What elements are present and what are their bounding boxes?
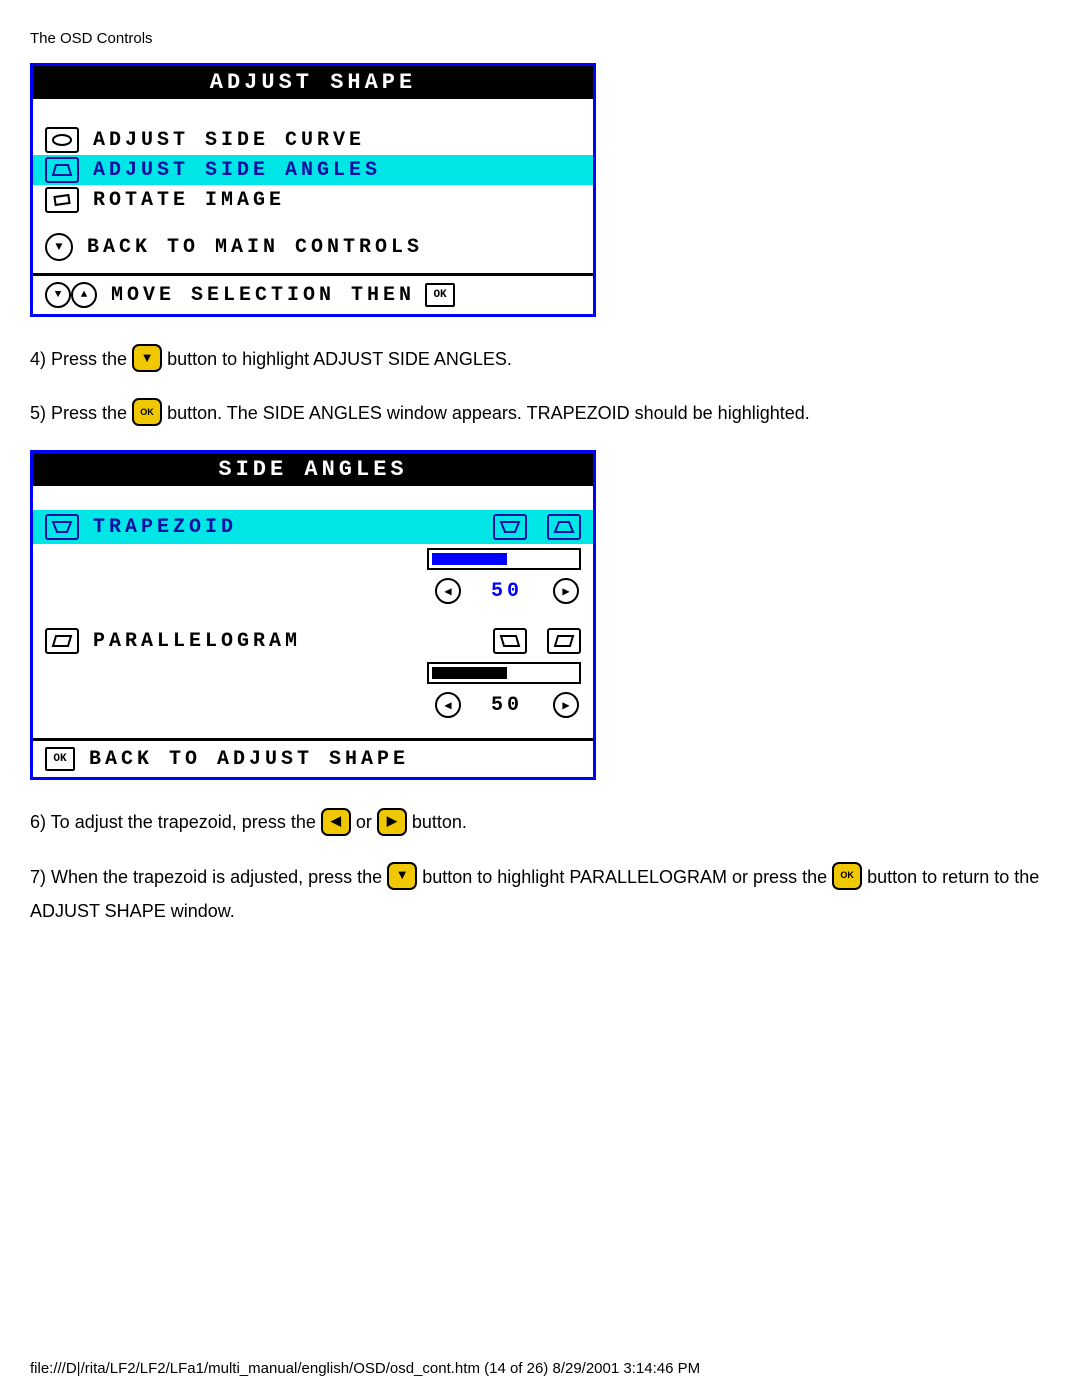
footer-text: BACK TO ADJUST SHAPE xyxy=(89,748,409,771)
trapezoid-value: 50 xyxy=(491,580,523,603)
ok-button-icon: OK xyxy=(132,398,162,426)
parallelogram-value-row: ◀ 50 ▶ xyxy=(33,688,593,732)
menu-item-adjust-side-angles[interactable]: ADJUST SIDE ANGLES xyxy=(33,155,593,185)
ok-icon: OK xyxy=(45,747,75,771)
osd-side-angles: SIDE ANGLES TRAPEZOID xyxy=(30,450,596,780)
osd1-title: ADJUST SHAPE xyxy=(33,66,593,99)
parallelogram-slider xyxy=(33,658,593,688)
menu-item-label: ADJUST SIDE CURVE xyxy=(93,129,365,152)
section-label: PARALLELOGRAM xyxy=(93,630,301,653)
increase-icon[interactable]: ▶ xyxy=(553,578,579,604)
instruction-step-5: 5) Press the OK button. The SIDE ANGLES … xyxy=(30,396,1050,430)
osd2-footer: OK BACK TO ADJUST SHAPE xyxy=(33,738,593,777)
decrease-icon[interactable]: ◀ xyxy=(435,692,461,718)
parallelogram-icon xyxy=(45,628,79,654)
section-trapezoid[interactable]: TRAPEZOID ◀ 50 ▶ xyxy=(33,510,593,618)
instruction-step-6: 6) To adjust the trapezoid, press the ◀ … xyxy=(30,805,1050,839)
slider-bar[interactable] xyxy=(427,662,581,684)
side-angles-icon xyxy=(45,157,79,183)
back-label: BACK TO MAIN CONTROLS xyxy=(87,236,423,259)
parallelogram-value: 50 xyxy=(491,694,523,717)
increase-icon[interactable]: ▶ xyxy=(553,692,579,718)
back-to-main[interactable]: ▼ BACK TO MAIN CONTROLS xyxy=(33,215,593,273)
menu-item-rotate-image[interactable]: ROTATE IMAGE xyxy=(33,185,593,215)
trapezoid-narrow-icon xyxy=(493,514,527,540)
parallelogram-right-icon xyxy=(547,628,581,654)
instruction-step-7: 7) When the trapezoid is adjusted, press… xyxy=(30,860,1050,928)
page-footer-path: file:///D|/rita/LF2/LF2/LFa1/multi_manua… xyxy=(30,1360,700,1377)
menu-item-label: ROTATE IMAGE xyxy=(93,189,285,212)
section-label: TRAPEZOID xyxy=(93,516,237,539)
down-button-icon: ▼ xyxy=(387,862,417,890)
trapezoid-wide-icon xyxy=(547,514,581,540)
right-button-icon: ▶ xyxy=(377,808,407,836)
osd1-footer: ▼▲ MOVE SELECTION THEN OK xyxy=(33,273,593,314)
osd2-title: SIDE ANGLES xyxy=(33,453,593,486)
left-button-icon: ◀ xyxy=(321,808,351,836)
side-curve-icon xyxy=(45,127,79,153)
down-circle-icon: ▼ xyxy=(45,233,73,261)
menu-item-label: ADJUST SIDE ANGLES xyxy=(93,159,381,182)
parallelogram-left-icon xyxy=(493,628,527,654)
parallelogram-row: PARALLELOGRAM xyxy=(33,624,593,658)
section-parallelogram[interactable]: PARALLELOGRAM ◀ 50 ▶ xyxy=(33,624,593,732)
decrease-icon[interactable]: ◀ xyxy=(435,578,461,604)
footer-text: MOVE SELECTION THEN xyxy=(111,284,415,307)
down-button-icon: ▼ xyxy=(132,344,162,372)
page-header: The OSD Controls xyxy=(30,30,1050,47)
menu-item-adjust-side-curve[interactable]: ADJUST SIDE CURVE xyxy=(33,125,593,155)
trapezoid-value-row: ◀ 50 ▶ xyxy=(33,574,593,618)
up-down-icon: ▼▲ xyxy=(45,282,97,308)
instruction-step-4: 4) Press the ▼ button to highlight ADJUS… xyxy=(30,342,1050,376)
trapezoid-icon xyxy=(45,514,79,540)
trapezoid-row: TRAPEZOID xyxy=(33,510,593,544)
osd-adjust-shape: ADJUST SHAPE ADJUST SIDE CURVE ADJUST SI… xyxy=(30,63,596,317)
ok-icon: OK xyxy=(425,283,455,307)
trapezoid-slider xyxy=(33,544,593,574)
rotate-icon xyxy=(45,187,79,213)
slider-bar[interactable] xyxy=(427,548,581,570)
ok-button-icon: OK xyxy=(832,862,862,890)
